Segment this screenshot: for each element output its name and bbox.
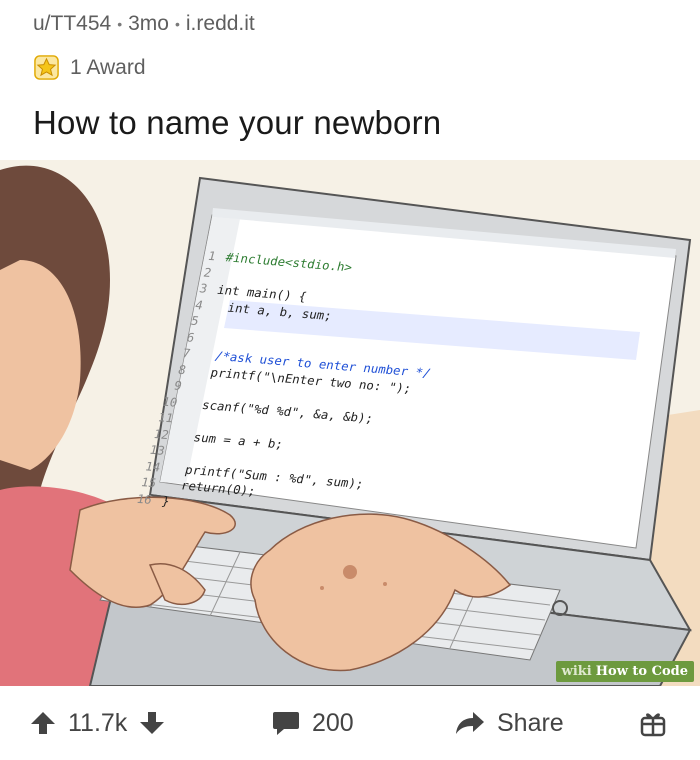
comment-bubble-icon — [273, 712, 299, 735]
comments-button[interactable]: 200 — [272, 709, 354, 738]
line-number: 16 — [135, 491, 154, 507]
post-image[interactable]: 1 #include<stdio.h> 2 3 int main() {4 int a,… — [0, 160, 700, 686]
share-arrow-icon — [456, 712, 484, 734]
watermark-text: How to Code — [595, 664, 688, 679]
downvote-arrow-icon[interactable] — [139, 710, 165, 736]
action-bar: 11.7k 200 Share — [0, 686, 700, 760]
line-number: 15 — [139, 475, 158, 491]
line-number: 1 — [206, 248, 218, 264]
awards-row[interactable]: 1 Award — [33, 54, 146, 81]
author-link[interactable]: u/TT454 — [33, 12, 111, 36]
watermark-wiki: wiki — [561, 664, 592, 679]
domain-link[interactable]: i.redd.it — [186, 12, 255, 36]
line-number: 7 — [180, 346, 192, 361]
share-label: Share — [497, 708, 564, 737]
line-number: 2 — [202, 265, 214, 280]
upvote-arrow-icon[interactable] — [30, 710, 56, 736]
separator-dot: • — [174, 16, 180, 32]
share-button[interactable]: Share — [455, 709, 564, 738]
line-number: 5 — [189, 313, 201, 329]
line-number: 6 — [185, 329, 197, 345]
line-number: 11 — [156, 410, 175, 426]
line-number: 8 — [176, 362, 188, 377]
vote-count: 11.7k — [68, 708, 128, 737]
line-number: 14 — [143, 458, 163, 474]
awards-count: 1 Award — [70, 55, 146, 79]
gift-award-icon — [640, 713, 666, 737]
vote-group: 11.7k — [30, 709, 165, 738]
line-number: 10 — [160, 394, 180, 410]
comment-count: 200 — [312, 708, 354, 737]
separator-dot: • — [117, 16, 123, 32]
line-number: 4 — [193, 297, 205, 312]
post-title[interactable]: How to name your newborn — [33, 104, 441, 142]
award-button[interactable] — [640, 709, 666, 737]
line-number: 9 — [172, 378, 184, 393]
line-number: 13 — [147, 442, 167, 458]
code-text: } — [160, 493, 172, 508]
award-icon — [34, 55, 59, 80]
wikihow-watermark: wiki How to Code — [555, 661, 694, 682]
post-age: 3mo — [128, 12, 169, 35]
line-number: 12 — [152, 426, 171, 442]
post-meta: u/TT454 • 3mo • i.redd.it — [33, 12, 255, 36]
line-number: 3 — [197, 281, 209, 296]
